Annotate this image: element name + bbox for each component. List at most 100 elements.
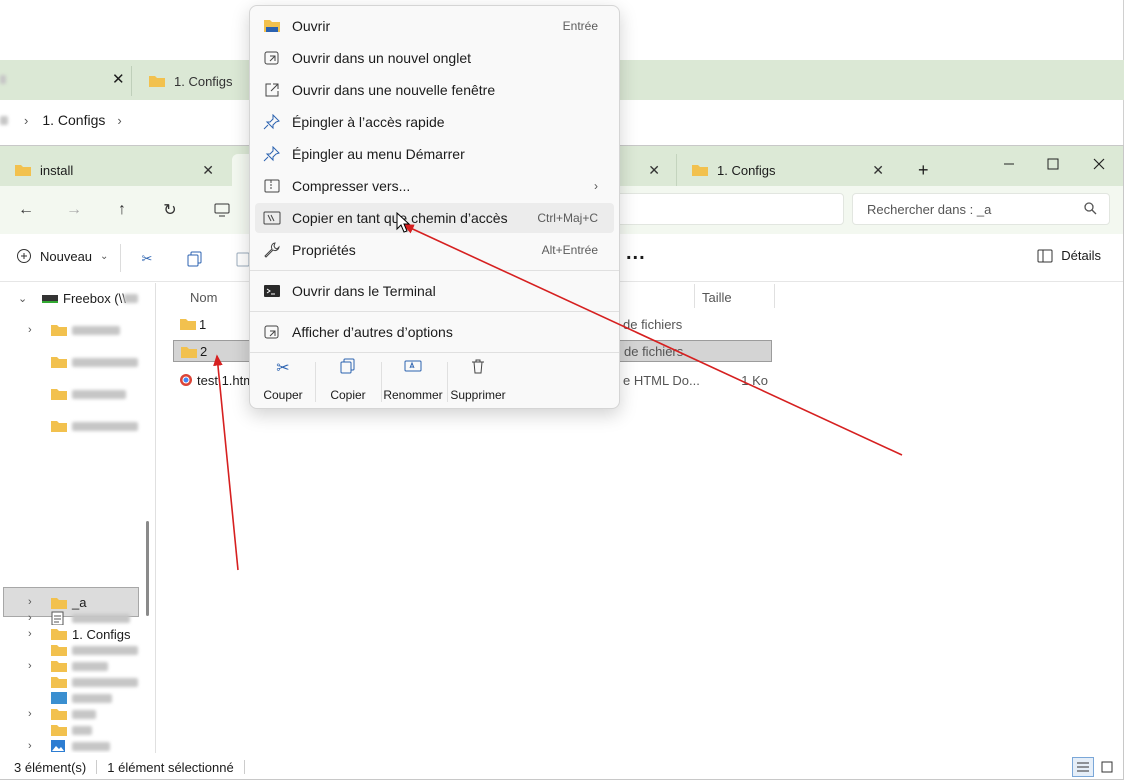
close-icon[interactable]: ✕ (648, 162, 660, 179)
details-view-button[interactable] (1072, 757, 1094, 777)
close-icon (1093, 158, 1105, 170)
chevron-right-icon[interactable]: › (28, 708, 32, 720)
new-tab-button[interactable]: + (904, 154, 940, 186)
new-button[interactable]: Nouveau ⌄ (16, 248, 108, 264)
close-icon[interactable]: ✕ (202, 162, 214, 179)
menu-item-open-new-tab[interactable]: Ouvrir dans un nouvel onglet (255, 43, 614, 73)
rename-icon (404, 360, 422, 372)
tab-configs[interactable]: 1. Configs ✕ (676, 154, 896, 186)
context-menu: Ouvrir Entrée Ouvrir dans un nouvel ongl… (249, 5, 620, 409)
forward-button[interactable]: → (60, 198, 88, 222)
sidebar-item-freebox[interactable]: ⌄ Freebox (\\ (0, 283, 140, 313)
minimize-button[interactable] (987, 150, 1031, 178)
close-window-button[interactable] (1077, 150, 1121, 178)
tab-hidden[interactable]: ✕ (620, 154, 672, 186)
menu-item-properties[interactable]: Propriétés Alt+Entrée (255, 235, 614, 265)
details-button[interactable]: Détails (1037, 248, 1101, 263)
up-button[interactable]: ↑ (108, 198, 136, 222)
pin-icon (263, 114, 280, 130)
background-tab[interactable]: ✕ (0, 66, 132, 96)
search-input[interactable]: Rechercher dans : _a (867, 202, 991, 217)
plus-circle-icon (17, 249, 31, 263)
blurred-text (72, 677, 138, 687)
column-header-name[interactable]: Nom (190, 286, 217, 308)
blurred-text (72, 613, 130, 623)
copy-button[interactable] (183, 248, 207, 270)
zip-icon (264, 179, 280, 193)
tab-install[interactable]: install ✕ (0, 154, 228, 186)
copy-path-icon (263, 211, 281, 225)
folder-icon (181, 347, 197, 358)
file-size: 1 Ko (741, 372, 768, 388)
maximize-button[interactable] (1031, 150, 1075, 178)
arrow-up-icon: ↑ (118, 201, 126, 218)
background-tab-configs[interactable]: 1. Configs (136, 66, 248, 96)
tiles-view-button[interactable] (1096, 757, 1118, 777)
menu-action-copy[interactable]: Copier (315, 358, 381, 402)
terminal-icon (264, 285, 280, 297)
menu-shortcut: Ctrl+Maj+C (537, 211, 598, 225)
menu-item-open-new-window[interactable]: Ouvrir dans une nouvelle fenêtre (255, 75, 614, 105)
menu-item-open[interactable]: Ouvrir Entrée (255, 11, 614, 41)
tab-label: 1. Configs (717, 162, 776, 178)
details-label: Détails (1061, 248, 1101, 263)
sidebar-scrollbar[interactable] (146, 521, 149, 616)
back-button[interactable]: ← (12, 198, 40, 222)
chevron-right-icon[interactable]: › (28, 740, 32, 752)
menu-item-label: Copier en tant que chemin d’accès (292, 210, 508, 226)
sidebar-item[interactable]: › (0, 603, 140, 633)
column-divider[interactable] (774, 284, 775, 308)
close-icon[interactable]: ✕ (112, 70, 125, 88)
chevron-down-icon[interactable]: ⌄ (18, 292, 27, 305)
computer-button[interactable] (208, 198, 236, 222)
more-options-icon (264, 325, 279, 339)
scissors-icon: ✂ (276, 360, 290, 377)
menu-item-copy-as-path[interactable]: Copier en tant que chemin d’accès Ctrl+M… (255, 203, 614, 233)
trash-icon (472, 359, 484, 374)
file-type: de fichiers (623, 316, 683, 332)
breadcrumb-item[interactable]: 1. Configs (42, 112, 105, 128)
sidebar-item[interactable] (0, 379, 140, 409)
menu-item-label: Ouvrir dans une nouvelle fenêtre (292, 82, 496, 98)
chevron-right-icon[interactable]: › (28, 612, 32, 624)
menu-action-cut[interactable]: ✂ Couper (250, 358, 316, 402)
network-drive-icon (42, 295, 58, 303)
menu-action-delete[interactable]: Supprimer (445, 358, 511, 402)
sidebar-item[interactable]: › (0, 731, 140, 753)
column-divider[interactable] (694, 284, 695, 308)
refresh-button[interactable]: ↻ (156, 198, 184, 222)
sidebar-item[interactable] (0, 667, 140, 697)
minimize-icon (1004, 163, 1014, 165)
wrench-icon (264, 242, 280, 258)
chevron-right-icon[interactable]: › (117, 113, 121, 128)
sidebar-item[interactable] (0, 347, 140, 377)
pin-icon (263, 146, 280, 162)
chevron-right-icon[interactable]: › (28, 324, 32, 336)
sidebar-item-label: Freebox (\\ (63, 290, 126, 306)
close-icon[interactable]: ✕ (872, 162, 884, 179)
folder-icon (51, 389, 67, 400)
address-bar[interactable] (612, 193, 844, 225)
menu-item-compress[interactable]: Compresser vers... › (255, 171, 614, 201)
menu-item-open-terminal[interactable]: Ouvrir dans le Terminal (255, 276, 614, 306)
menu-shortcut: Alt+Entrée (541, 243, 598, 257)
tiles-icon (1101, 761, 1113, 773)
blurred-text (72, 645, 138, 655)
menu-item-pin-quick-access[interactable]: Épingler à l’accès rapide (255, 107, 614, 137)
more-options-button[interactable]: ... (626, 242, 646, 265)
menu-item-pin-start[interactable]: Épingler au menu Démarrer (255, 139, 614, 169)
sidebar-item[interactable] (0, 635, 140, 665)
menu-action-label: Renommer (383, 388, 443, 402)
search-box[interactable]: Rechercher dans : _a (852, 193, 1110, 225)
cut-button[interactable]: ✂ (135, 248, 159, 270)
menu-item-more-options[interactable]: Afficher d’autres d’options (255, 317, 614, 347)
menu-item-label: Ouvrir (292, 18, 331, 34)
sidebar-lower: › › › (0, 603, 150, 753)
folder-icon (51, 421, 67, 432)
menu-separator (250, 311, 619, 312)
sidebar-item[interactable] (0, 411, 140, 441)
menu-action-rename[interactable]: Renommer (379, 358, 447, 402)
sidebar-item[interactable]: › (0, 699, 140, 729)
column-header-size[interactable]: Taille (702, 286, 732, 308)
sidebar-item[interactable]: › (0, 315, 140, 345)
